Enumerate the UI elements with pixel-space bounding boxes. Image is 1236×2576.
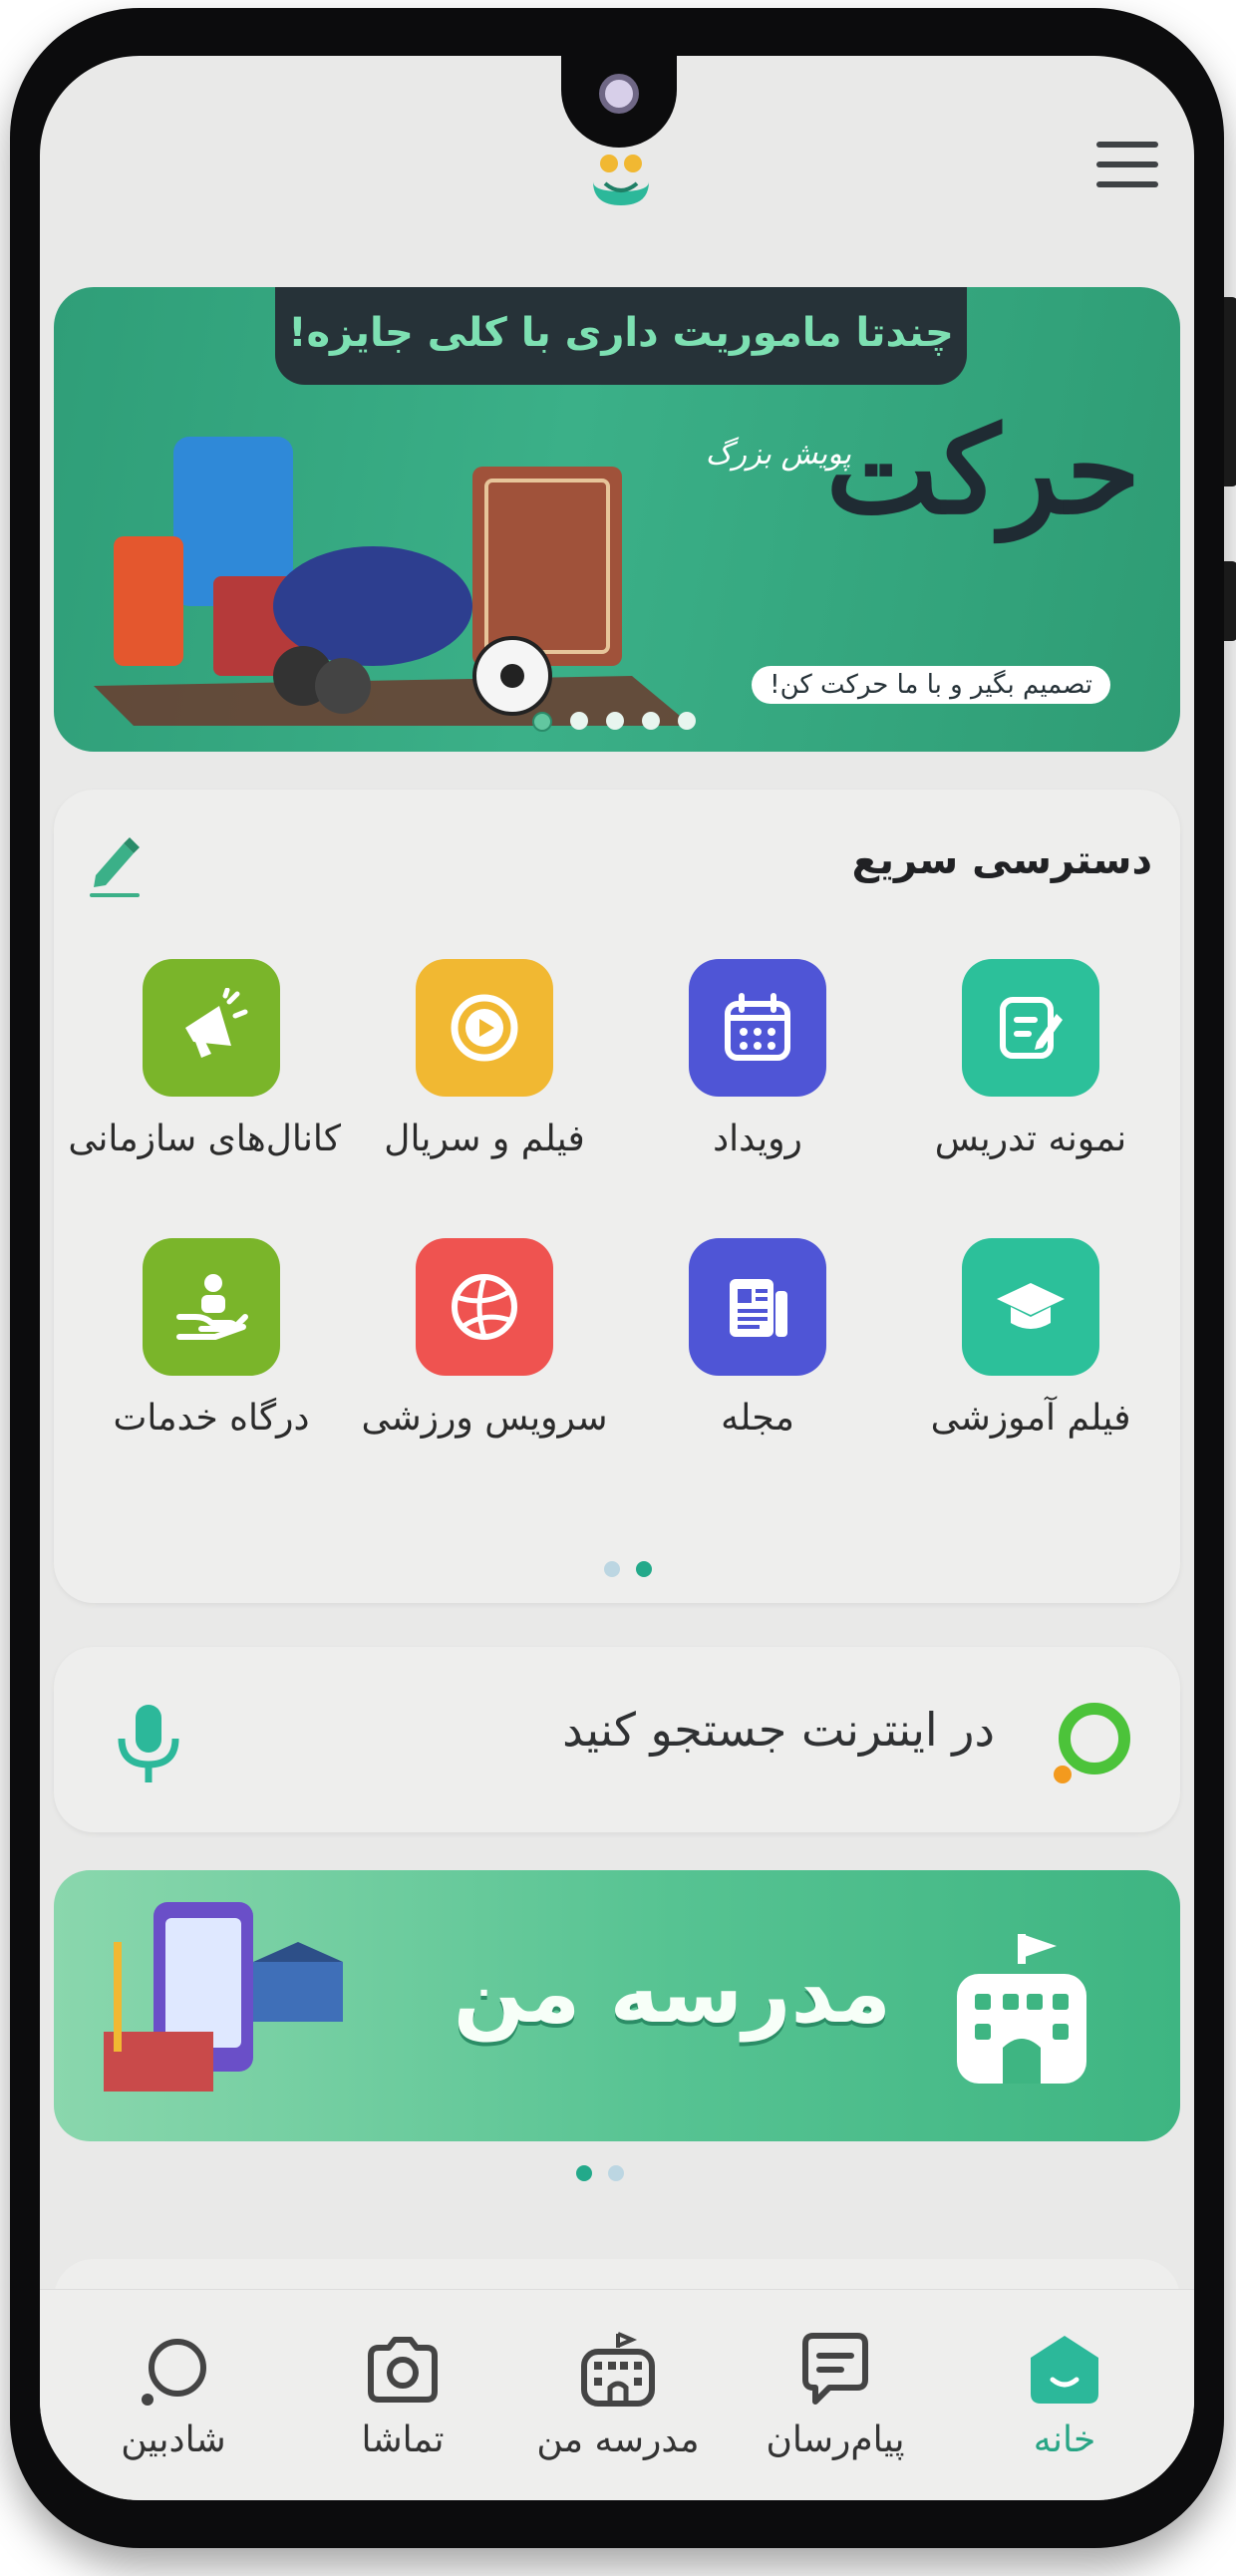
quick-item-channels[interactable]: کانال‌های سازمانی [68, 959, 341, 1159]
school-books-illustration [104, 1902, 343, 2092]
nav-watch[interactable]: تماشا [293, 2330, 512, 2460]
home-icon [1031, 2336, 1098, 2404]
quick-access-pagination [604, 1561, 652, 1577]
quick-item-services[interactable]: درگاه خدمات [82, 1238, 341, 1439]
banner-dot[interactable] [642, 712, 660, 730]
phone-frame: چندتا ماموریت داری با کلی جایزه! پویش بز… [10, 8, 1236, 2548]
quick-item-label: نمونه تدریس [934, 1119, 1127, 1159]
nav-home[interactable]: خانه [955, 2330, 1174, 2460]
power-button [1224, 561, 1236, 641]
edit-pencil-icon[interactable] [84, 829, 144, 899]
banner-dot[interactable] [532, 712, 552, 732]
banner-dot[interactable] [606, 712, 624, 730]
promo-banner[interactable]: چندتا ماموریت داری با کلی جایزه! پویش بز… [54, 287, 1180, 752]
banner-dot[interactable] [570, 712, 588, 730]
microphone-icon[interactable] [114, 1699, 183, 1788]
newspaper-icon [689, 1238, 826, 1376]
page-dot[interactable] [604, 1561, 620, 1577]
quick-item-label: فیلم و سریال [384, 1119, 585, 1159]
nav-label: شادبین [121, 2419, 226, 2460]
quick-access-title: دسترسی سریع [851, 837, 1152, 883]
quick-item-magazine[interactable]: مجله [628, 1238, 887, 1439]
page-dot[interactable] [608, 2165, 624, 2181]
play-icon [416, 959, 553, 1097]
quick-item-sports[interactable]: سرویس ورزشی [355, 1238, 614, 1439]
quick-item-label: مجله [721, 1398, 794, 1439]
quick-item-label: کانال‌های سازمانی [68, 1119, 341, 1159]
travel-sports-illustration [94, 437, 692, 726]
banner-dot[interactable] [678, 712, 696, 730]
quick-item-label: درگاه خدمات [113, 1398, 310, 1439]
banner-title: حرکت [825, 401, 1140, 541]
volleyball-icon [416, 1238, 553, 1376]
nav-label: مدرسه من [536, 2419, 700, 2460]
calendar-icon [689, 959, 826, 1097]
edit-note-icon [962, 959, 1099, 1097]
bottom-navigation: خانه پیام‌رسان مدرسه من [40, 2289, 1194, 2500]
banner-pagination [532, 712, 696, 732]
quick-item-edu-films[interactable]: فیلم آموزشی [901, 1238, 1160, 1439]
nav-label: تماشا [361, 2419, 445, 2460]
search-icon [142, 2339, 206, 2406]
page-dot[interactable] [636, 1561, 652, 1577]
web-search-bar[interactable]: در اینترنت جستجو کنید [54, 1647, 1180, 1832]
volume-button [1224, 297, 1236, 486]
camera-icon [368, 2337, 438, 2403]
quick-item-label: فیلم آموزشی [930, 1398, 1131, 1439]
my-school-banner[interactable]: مدرسه من [54, 1870, 1180, 2141]
nav-label: پیام‌رسان [766, 2419, 905, 2460]
nav-label: خانه [1033, 2419, 1096, 2460]
camera-notch [561, 56, 677, 148]
service-hand-icon [143, 1238, 280, 1376]
app-logo-icon [593, 155, 649, 205]
school-banner-pagination [576, 2165, 624, 2181]
nav-messenger[interactable]: پیام‌رسان [726, 2330, 945, 2460]
quick-access-card: دسترسی سریع نمونه تدریس رویداد فیلم و سر… [54, 790, 1180, 1603]
banner-headline: چندتا ماموریت داری با کلی جایزه! [275, 287, 967, 385]
graduation-cap-icon [962, 1238, 1099, 1376]
school-banner-title: مدرسه من [453, 1944, 891, 2042]
nav-my-school[interactable]: مدرسه من [508, 2330, 728, 2460]
quick-item-movies[interactable]: فیلم و سریال [355, 959, 614, 1159]
banner-tagline: تصمیم بگیر و با ما حرکت کن! [752, 666, 1110, 704]
quick-item-teaching-sample[interactable]: نمونه تدریس [901, 959, 1160, 1159]
search-input[interactable]: در اینترنت جستجو کنید [562, 1703, 995, 1757]
quick-item-events[interactable]: رویداد [628, 959, 887, 1159]
chat-icon [802, 2333, 868, 2405]
search-engine-logo-icon [1054, 1703, 1130, 1783]
school-building-icon [957, 1934, 1086, 2084]
page-dot[interactable] [576, 2165, 592, 2181]
quick-item-label: سرویس ورزشی [361, 1398, 608, 1439]
school-icon [581, 2332, 655, 2407]
app-screen: چندتا ماموریت داری با کلی جایزه! پویش بز… [40, 56, 1194, 2500]
nav-shadbin[interactable]: شادبین [64, 2330, 283, 2460]
megaphone-icon [143, 959, 280, 1097]
quick-item-label: رویداد [713, 1119, 802, 1159]
hamburger-menu-button[interactable] [1096, 142, 1158, 195]
